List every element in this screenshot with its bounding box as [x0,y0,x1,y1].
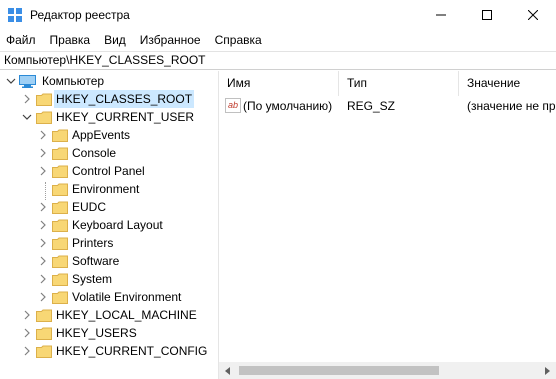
values-list: Имя Тип Значение ab (По умолчанию) REG_S… [219,71,556,379]
chevron-down-icon[interactable] [6,76,16,86]
tree-label-hkey-current-user: HKEY_CURRENT_USER [56,110,195,124]
folder-icon [52,183,68,196]
tree-item-volatile-environment[interactable]: Volatile Environment [0,288,216,306]
tree-label-eudc: EUDC [72,200,107,214]
menu-help[interactable]: Справка [208,30,269,50]
folder-icon [52,201,68,214]
tree-item-environment[interactable]: Environment [0,180,216,198]
menu-edit[interactable]: Правка [43,30,98,50]
registry-editor-icon [8,8,22,22]
maximize-button[interactable] [464,0,510,30]
chevron-right-icon[interactable] [38,130,48,140]
tree-label-control-panel: Control Panel [72,164,145,178]
horizontal-scrollbar[interactable] [219,362,556,379]
tree-item-hkey-users[interactable]: HKEY_USERS [0,324,216,342]
folder-icon [52,165,68,178]
tree-label-keyboard-layout: Keyboard Layout [72,218,163,232]
value-type: REG_SZ [347,99,396,113]
arrow-left-icon [225,366,230,375]
folder-icon [52,273,68,286]
folder-icon [36,345,52,358]
tree-item-hkey-current-config[interactable]: HKEY_CURRENT_CONFIG [0,342,216,360]
folder-icon [36,111,52,124]
chevron-right-icon[interactable] [38,202,48,212]
column-header-type[interactable]: Тип [339,71,459,96]
registry-tree: Компьютер HKEY_CLASSES_ROOT HKEY_CURRENT… [0,71,216,379]
menu-view[interactable]: Вид [97,30,133,50]
tree-label-appevents: AppEvents [72,128,131,142]
chevron-down-icon[interactable] [22,112,32,122]
tree-item-console[interactable]: Console [0,144,216,162]
tree-label-volatile-environment: Volatile Environment [72,290,182,304]
computer-icon [19,75,36,88]
address-bar[interactable]: Компьютер\HKEY_CLASSES_ROOT [0,51,556,70]
folder-icon [36,93,52,106]
menu-favorites[interactable]: Избранное [133,30,208,50]
menu-bar: Файл Правка Вид Избранное Справка [0,30,556,50]
value-data: (значение не пр [467,99,556,113]
chevron-right-icon[interactable] [22,346,32,356]
folder-icon [52,219,68,232]
window-title: Редактор реестра [30,8,130,22]
chevron-right-icon[interactable] [22,328,32,338]
folder-icon [36,327,52,340]
folder-icon [52,129,68,142]
chevron-right-icon[interactable] [38,238,48,248]
chevron-right-icon[interactable] [38,292,48,302]
tree-label-hkey-users: HKEY_USERS [56,326,137,340]
scroll-right-button[interactable] [539,362,556,379]
value-name: (По умолчанию) [243,99,333,113]
table-row[interactable]: ab (По умолчанию) REG_SZ (значение не пр [219,97,556,115]
tree-item-hkey-local-machine[interactable]: HKEY_LOCAL_MACHINE [0,306,216,324]
column-header-value[interactable]: Значение [459,71,556,96]
menu-file[interactable]: Файл [0,30,43,50]
tree-label-software: Software [72,254,120,268]
minimize-button[interactable] [418,0,464,30]
title-bar: Редактор реестра [0,0,556,30]
chevron-right-icon[interactable] [38,274,48,284]
chevron-right-icon[interactable] [38,148,48,158]
tree-label-system: System [72,272,113,286]
maximize-icon [482,10,492,20]
minimize-icon [436,14,446,16]
tree-item-control-panel[interactable]: Control Panel [0,162,216,180]
tree-label-console: Console [72,146,117,160]
chevron-right-icon[interactable] [38,166,48,176]
tree-label-computer: Компьютер [42,74,105,88]
close-icon [528,10,538,20]
scroll-left-button[interactable] [219,362,236,379]
chevron-right-icon[interactable] [38,220,48,230]
folder-icon [52,291,68,304]
chevron-right-icon[interactable] [22,310,32,320]
column-header-name[interactable]: Имя [219,71,339,96]
tree-label-printers: Printers [72,236,114,250]
tree-item-appevents[interactable]: AppEvents [0,126,216,144]
folder-icon [36,309,52,322]
tree-item-software[interactable]: Software [0,252,216,270]
scroll-thumb[interactable] [239,366,439,375]
folder-icon [52,255,68,268]
tree-label-environment: Environment [72,182,140,196]
tree-item-hkey-current-user[interactable]: HKEY_CURRENT_USER [0,108,216,126]
tree-item-printers[interactable]: Printers [0,234,216,252]
string-value-icon: ab [225,98,241,113]
tree-item-eudc[interactable]: EUDC [0,198,216,216]
folder-icon [52,147,68,160]
tree-item-hkey-classes-root[interactable]: HKEY_CLASSES_ROOT [0,90,216,108]
close-button[interactable] [510,0,556,30]
chevron-right-icon[interactable] [22,94,32,104]
folder-icon [52,237,68,250]
arrow-right-icon [545,366,550,375]
tree-label-hkey-current-config: HKEY_CURRENT_CONFIG [56,344,208,358]
tree-item-computer[interactable]: Компьютер [0,72,216,90]
tree-item-keyboard-layout[interactable]: Keyboard Layout [0,216,216,234]
tree-label-hkey-classes-root: HKEY_CLASSES_ROOT [54,90,195,108]
chevron-right-icon[interactable] [38,256,48,266]
tree-item-system[interactable]: System [0,270,216,288]
tree-label-hkey-local-machine: HKEY_LOCAL_MACHINE [56,308,197,322]
